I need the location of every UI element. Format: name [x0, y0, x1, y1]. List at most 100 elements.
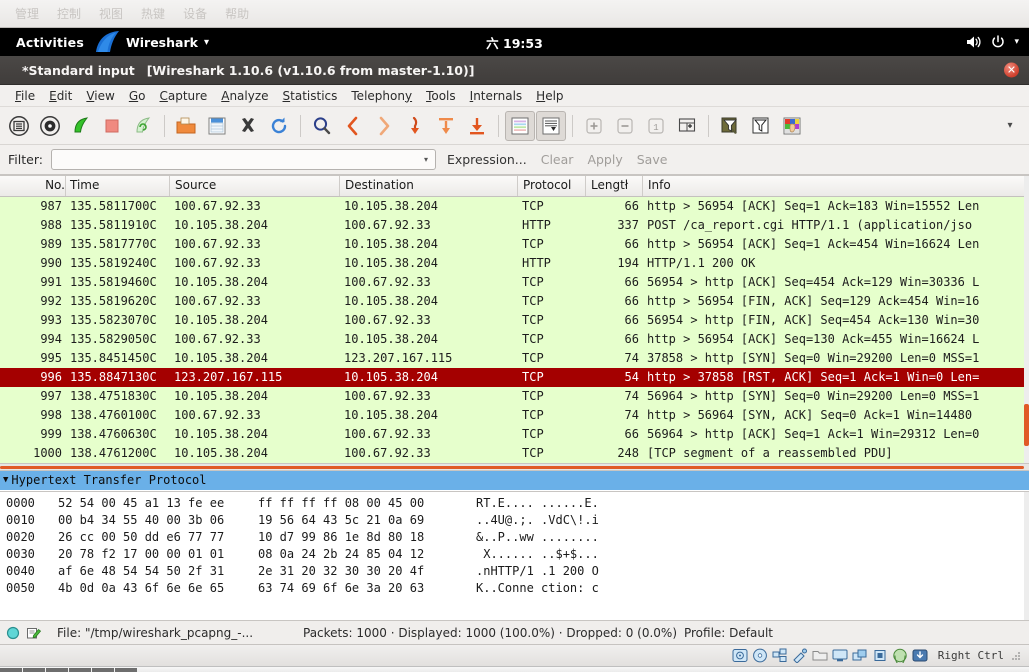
zoom-out-button[interactable] [610, 111, 640, 141]
vbox-menubar[interactable]: 管理 控制 视图 热键 设备 帮助 [0, 0, 1029, 28]
apply-filter-button[interactable]: Apply [584, 152, 625, 167]
table-row[interactable]: 989 135.5817770C 100.67.92.33 10.105.38.204… [0, 235, 1029, 254]
hex-pane-scrollbar[interactable] [1024, 492, 1029, 620]
packet-list-scrollbar[interactable] [1024, 176, 1029, 463]
download-icon[interactable]: ⇩ [92, 667, 114, 672]
auto-scroll-button[interactable] [536, 110, 566, 141]
volume-icon[interactable] [966, 35, 982, 49]
packet-list-rows[interactable]: 987 135.5811700C 100.67.92.33 10.105.38.204… [0, 197, 1029, 463]
save-file-button[interactable] [202, 111, 232, 141]
toolbar-overflow-button[interactable]: ▾ [995, 111, 1025, 141]
vbox-menu-control[interactable]: 控制 [48, 2, 90, 25]
resize-grip-icon[interactable] [1011, 651, 1021, 661]
column-header-protocol[interactable]: Protocol [518, 176, 586, 196]
save-filter-button[interactable]: Save [634, 152, 671, 167]
zoom-normal-button[interactable]: 1 [641, 111, 671, 141]
table-row[interactable]: 993 135.5823070C 10.105.38.204 100.67.92.33… [0, 311, 1029, 330]
clear-filter-button[interactable]: Clear [538, 152, 577, 167]
table-row[interactable]: 991 135.5819460C 10.105.38.204 100.67.92.33… [0, 273, 1029, 292]
menu-analyze[interactable]: Analyze [214, 87, 275, 105]
go-last-packet-button[interactable] [462, 111, 492, 141]
app-menu-button[interactable]: Wireshark ▾ [95, 31, 219, 53]
vbox-menu-view[interactable]: 视图 [90, 2, 132, 25]
menu-help[interactable]: Help [529, 87, 570, 105]
hard-disk-icon[interactable] [732, 648, 748, 663]
rounded-rect-icon[interactable]: ▭ [115, 667, 137, 672]
display-filters-button[interactable] [746, 111, 776, 141]
start-capture-button[interactable] [66, 111, 96, 141]
colorize-button[interactable] [505, 110, 535, 141]
menu-telephony[interactable]: Telephony [344, 87, 419, 105]
optical-disk-icon[interactable] [752, 648, 768, 663]
gnome-status-area[interactable]: ▾ [966, 35, 1029, 49]
vbox-menu-manage[interactable]: 管理 [6, 2, 48, 25]
table-row[interactable]: 995 135.8451450C 10.105.38.204 123.207.167.… [0, 349, 1029, 368]
column-header-length[interactable]: Lengtł [586, 176, 643, 196]
window-icon[interactable]: ▯ [0, 667, 22, 672]
column-header-no[interactable]: No. [0, 176, 66, 196]
table-row[interactable]: 988 135.5811910C 10.105.38.204 100.67.92.33… [0, 216, 1029, 235]
menu-view[interactable]: View [79, 87, 121, 105]
detail-row-http[interactable]: ▼ Hypertext Transfer Protocol [0, 471, 1029, 490]
filter-input[interactable]: ▾ [50, 149, 436, 170]
restart-capture-button[interactable] [128, 111, 158, 141]
packet-bytes-pane[interactable]: 0000 52 54 00 45 a1 13 fe ee ff ff ff ff 0… [0, 491, 1029, 620]
close-file-button[interactable] [233, 111, 263, 141]
coloring-rules-button[interactable] [777, 111, 807, 141]
resize-columns-button[interactable] [672, 111, 702, 141]
reload-button[interactable] [264, 111, 294, 141]
vbox-menu-hotkey[interactable]: 热键 [132, 2, 174, 25]
display-icon[interactable] [832, 648, 848, 663]
menu-go[interactable]: Go [122, 87, 153, 105]
expander-triangle-icon[interactable]: ▼ [3, 471, 8, 490]
menu-statistics[interactable]: Statistics [276, 87, 345, 105]
close-window-button[interactable]: ✕ [1004, 62, 1019, 78]
column-header-source[interactable]: Source [170, 176, 340, 196]
table-row[interactable]: 994 135.5829050C 100.67.92.33 10.105.38.204… [0, 330, 1029, 349]
vbox-menu-devices[interactable]: 设备 [174, 2, 216, 25]
upload-icon[interactable]: ⇧ [46, 667, 68, 672]
go-back-button[interactable] [338, 111, 368, 141]
vbox-menu-help[interactable]: 帮助 [216, 2, 258, 25]
table-row[interactable]: 996 135.8847130C 123.207.167.115 10.105.38.… [0, 368, 1029, 387]
zoom-in-button[interactable] [579, 111, 609, 141]
chevron-down-icon[interactable]: ▾ [417, 155, 435, 164]
packet-details-pane[interactable]: ▼ Hypertext Transfer Protocol [0, 471, 1029, 491]
activities-button[interactable]: Activities [0, 35, 98, 50]
go-to-packet-button[interactable] [400, 111, 430, 141]
menu-capture[interactable]: Capture [152, 87, 214, 105]
stop-capture-button[interactable] [97, 111, 127, 141]
table-row[interactable]: 990 135.5819240C 100.67.92.33 10.105.38.204… [0, 254, 1029, 273]
capture-options-button[interactable] [35, 111, 65, 141]
menu-internals[interactable]: Internals [463, 87, 530, 105]
network-icon[interactable] [772, 648, 788, 663]
capture-filters-button[interactable] [715, 111, 745, 141]
packet-list-pane[interactable]: No. Time Source Destination Protocol Len… [0, 175, 1029, 463]
go-first-packet-button[interactable] [431, 111, 461, 141]
table-row[interactable]: 997 138.4751830C 10.105.38.204 100.67.92.33… [0, 387, 1029, 406]
capture-comment-icon[interactable] [26, 626, 41, 640]
open-file-button[interactable] [171, 111, 201, 141]
expert-info-icon[interactable] [6, 626, 20, 640]
statusbar-profile[interactable]: Profile: Default [684, 626, 1023, 640]
table-row[interactable]: 1000 138.4761200C 10.105.38.204 100.67.92.3… [0, 444, 1029, 463]
chevron-down-icon[interactable]: ▾ [1014, 37, 1019, 47]
host-key-icon[interactable] [912, 648, 928, 663]
go-forward-button[interactable] [369, 111, 399, 141]
scrollbar-thumb[interactable] [1024, 404, 1029, 446]
table-row[interactable]: 999 138.4760630C 10.105.38.204 100.67.92.33… [0, 425, 1029, 444]
table-row[interactable]: 998 138.4760100C 100.67.92.33 10.105.38.204… [0, 406, 1029, 425]
interfaces-button[interactable] [4, 111, 34, 141]
mouse-integration-icon[interactable] [892, 648, 908, 663]
expression-button[interactable]: Expression... [444, 152, 530, 167]
table-row[interactable]: 992 135.5819620C 100.67.92.33 10.105.38.204… [0, 292, 1029, 311]
column-header-info[interactable]: Info [643, 176, 1029, 196]
quote-icon[interactable]: ❝ [23, 667, 45, 672]
column-header-destination[interactable]: Destination [340, 176, 518, 196]
column-header-time[interactable]: Time [66, 176, 170, 196]
menu-tools[interactable]: Tools [419, 87, 463, 105]
statusbar-file[interactable]: File: "/tmp/wireshark_pcapng_-... [47, 626, 297, 640]
menu-file[interactable]: File [8, 87, 42, 105]
video-capture-icon[interactable] [852, 648, 868, 663]
pane-divider[interactable] [0, 463, 1029, 471]
